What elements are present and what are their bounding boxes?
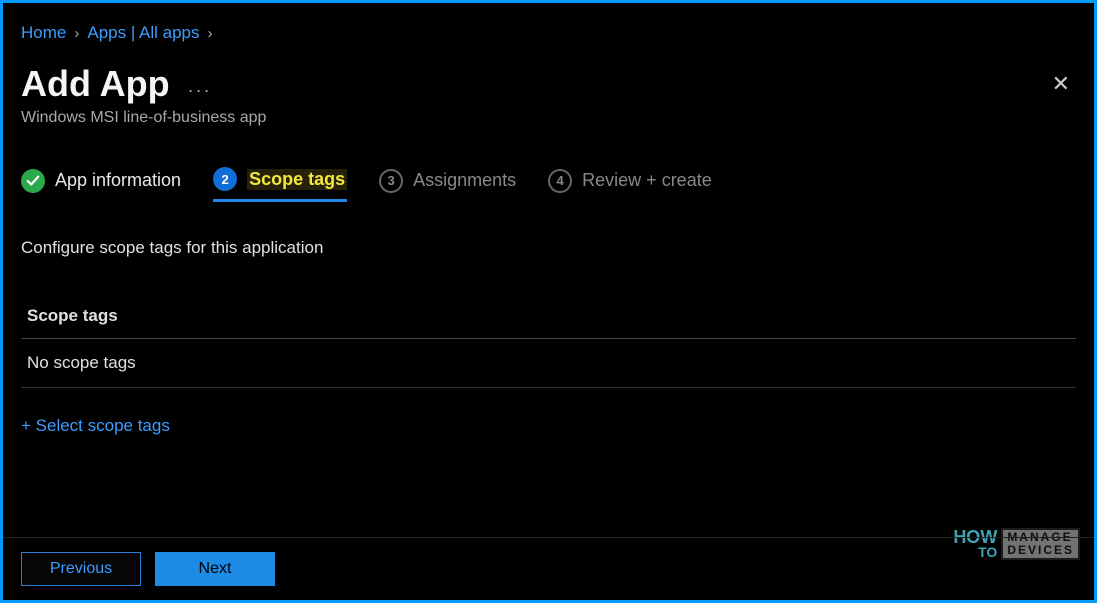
step-label: Assignments <box>413 170 516 191</box>
chevron-right-icon: › <box>74 25 79 42</box>
step-app-information[interactable]: App information <box>21 169 181 201</box>
step-assignments[interactable]: 3 Assignments <box>379 169 516 201</box>
step-number-icon: 3 <box>379 169 403 193</box>
wizard-stepper: App information 2 Scope tags 3 Assignmen… <box>21 167 1076 202</box>
wizard-footer: Previous Next <box>3 537 1094 600</box>
step-review-create[interactable]: 4 Review + create <box>548 169 712 201</box>
breadcrumb: Home › Apps | All apps › <box>21 23 1076 43</box>
breadcrumb-home[interactable]: Home <box>21 23 66 43</box>
scope-tags-header: Scope tags <box>21 306 1076 339</box>
step-scope-tags[interactable]: 2 Scope tags <box>213 167 347 202</box>
close-icon[interactable]: ✕ <box>1046 65 1076 103</box>
breadcrumb-apps[interactable]: Apps | All apps <box>87 23 199 43</box>
more-actions-button[interactable]: ··· <box>188 80 212 101</box>
step-number-icon: 4 <box>548 169 572 193</box>
step-label: Scope tags <box>247 169 347 190</box>
step-label: Review + create <box>582 170 712 191</box>
page-title: Add App <box>21 63 170 105</box>
next-button[interactable]: Next <box>155 552 275 586</box>
check-icon <box>21 169 45 193</box>
step-label: App information <box>55 170 181 191</box>
page-subtitle: Windows MSI line-of-business app <box>21 109 1076 127</box>
select-scope-tags-link[interactable]: + Select scope tags <box>21 416 170 436</box>
previous-button[interactable]: Previous <box>21 552 141 586</box>
step-number-icon: 2 <box>213 167 237 191</box>
chevron-right-icon: › <box>208 25 213 42</box>
table-row: No scope tags <box>21 339 1076 388</box>
section-description: Configure scope tags for this applicatio… <box>21 238 1076 258</box>
